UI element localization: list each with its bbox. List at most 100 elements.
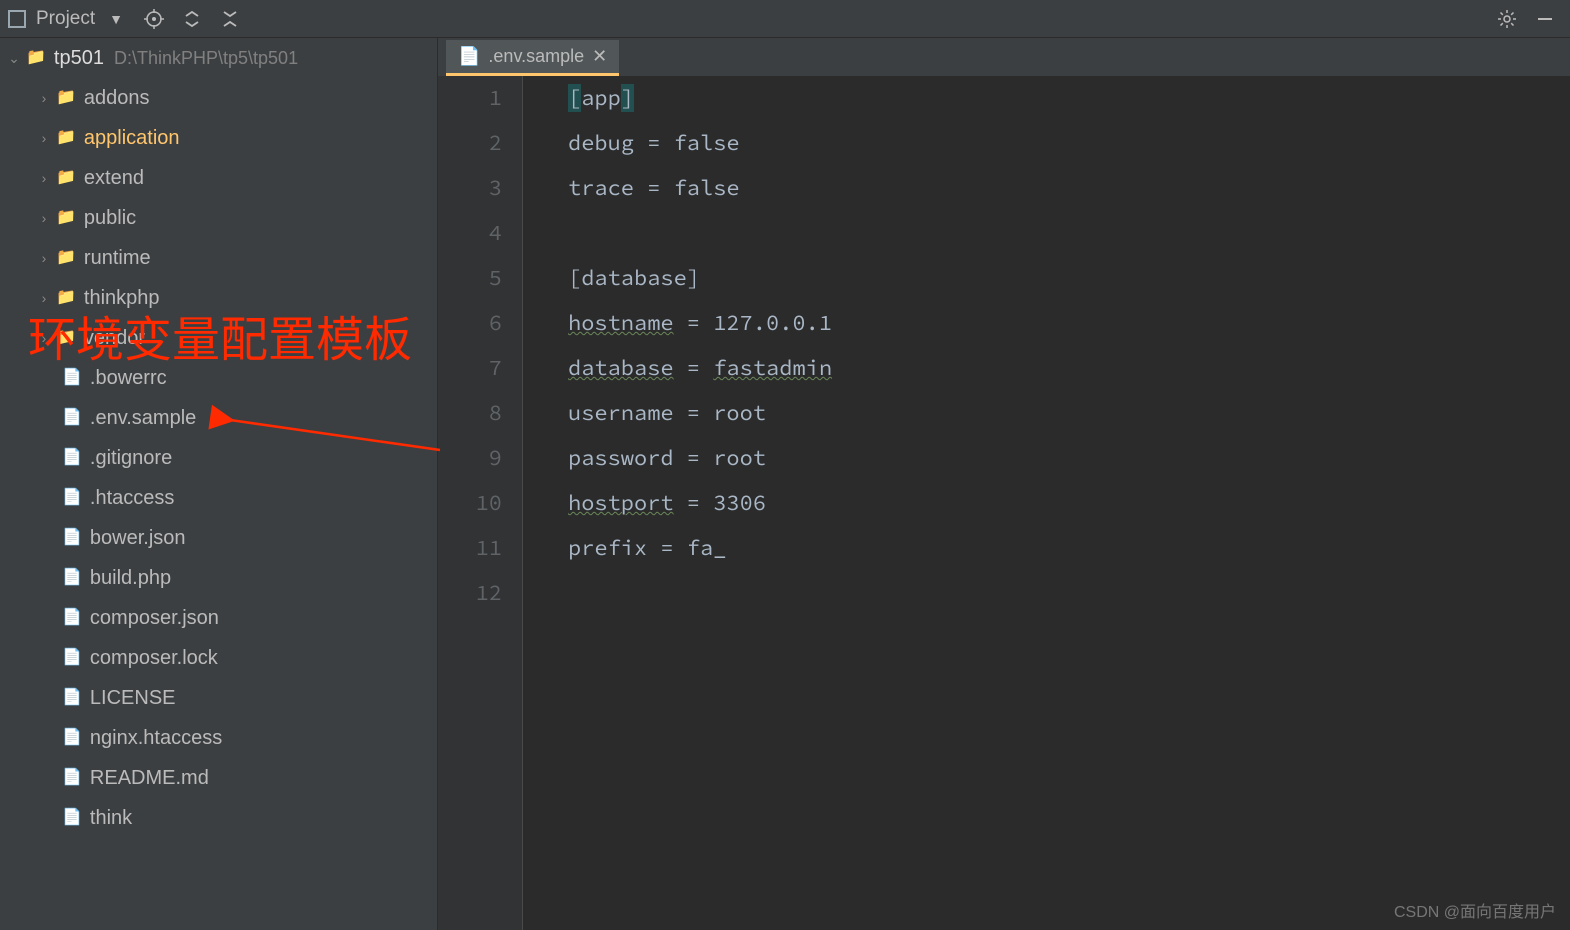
tree-file-composer-lock[interactable]: 📄 composer.lock: [0, 638, 437, 678]
code-line-10[interactable]: hostport = 3306: [568, 481, 1570, 526]
file-icon: 📄: [62, 730, 82, 746]
file-name: .htaccess: [90, 488, 174, 508]
editor[interactable]: 123456789101112 [app]debug = falsetrace …: [438, 76, 1570, 930]
folder-name: thinkphp: [84, 288, 160, 308]
chevron-right-icon: ›: [36, 171, 52, 185]
file-name: composer.json: [90, 608, 219, 628]
tree-folder-thinkphp[interactable]: › 📁 thinkphp: [0, 278, 437, 318]
tree-file--bowerrc[interactable]: 📄 .bowerrc: [0, 358, 437, 398]
folder-icon: 📁: [56, 130, 76, 146]
root-name: tp501: [54, 48, 104, 68]
expand-all-icon[interactable]: [179, 6, 205, 32]
file-icon: 📄: [62, 370, 82, 386]
minimize-icon[interactable]: [1532, 6, 1558, 32]
file-icon: 📄: [62, 610, 82, 626]
code-line-7[interactable]: database = fastadmin: [568, 346, 1570, 391]
chevron-down-icon: ⌄: [6, 51, 22, 65]
file-icon: 📄: [62, 650, 82, 666]
tree-root[interactable]: ⌄ 📁 tp501 D:\ThinkPHP\tp5\tp501: [0, 38, 437, 78]
file-icon: 📄: [62, 770, 82, 786]
folder-name: vendor: [84, 328, 145, 348]
file-name: .env.sample: [90, 408, 196, 428]
folder-name: addons: [84, 88, 150, 108]
tree-file--env-sample[interactable]: 📄 .env.sample: [0, 398, 437, 438]
chevron-right-icon: ›: [36, 91, 52, 105]
tree-folder-addons[interactable]: › 📁 addons: [0, 78, 437, 118]
file-name: nginx.htaccess: [90, 728, 222, 748]
file-icon: 📄: [62, 530, 82, 546]
project-tree: ⌄ 📁 tp501 D:\ThinkPHP\tp5\tp501 › 📁 addo…: [0, 38, 438, 930]
folder-name: public: [84, 208, 136, 228]
file-name: build.php: [90, 568, 171, 588]
code-line-12[interactable]: [568, 571, 1570, 616]
file-icon: 📄: [458, 46, 480, 67]
code-line-1[interactable]: [app]: [568, 76, 1570, 121]
editor-tabs: 📄 .env.sample ✕: [438, 38, 1570, 76]
code-line-4[interactable]: [568, 211, 1570, 256]
chevron-right-icon: ›: [36, 211, 52, 225]
chevron-right-icon: ›: [36, 291, 52, 305]
target-icon[interactable]: [141, 6, 167, 32]
gutter: 123456789101112: [438, 76, 523, 930]
project-icon: [8, 10, 26, 28]
project-label[interactable]: Project: [36, 8, 95, 30]
file-name: .bowerrc: [90, 368, 167, 388]
file-name: README.md: [90, 768, 209, 788]
tree-file-README-md[interactable]: 📄 README.md: [0, 758, 437, 798]
folder-icon: 📁: [56, 330, 76, 346]
tree-file-think[interactable]: 📄 think: [0, 798, 437, 838]
tree-folder-vendor[interactable]: › 📁 vendor: [0, 318, 437, 358]
chevron-right-icon: ›: [36, 251, 52, 265]
tree-folder-application[interactable]: › 📁 application: [0, 118, 437, 158]
code-line-3[interactable]: trace = false: [568, 166, 1570, 211]
folder-name: runtime: [84, 248, 151, 268]
file-name: .gitignore: [90, 448, 172, 468]
code-line-9[interactable]: password = root: [568, 436, 1570, 481]
file-icon: 📄: [62, 450, 82, 466]
code-line-5[interactable]: [database]: [568, 256, 1570, 301]
chevron-right-icon: ›: [36, 131, 52, 145]
tree-folder-public[interactable]: › 📁 public: [0, 198, 437, 238]
tree-folder-runtime[interactable]: › 📁 runtime: [0, 238, 437, 278]
watermark: CSDN @面向百度用户: [1394, 898, 1556, 922]
folder-icon: 📁: [56, 90, 76, 106]
tree-file-bower-json[interactable]: 📄 bower.json: [0, 518, 437, 558]
folder-icon: 📁: [56, 290, 76, 306]
chevron-right-icon: ›: [36, 331, 52, 345]
code-line-6[interactable]: hostname = 127.0.0.1: [568, 301, 1570, 346]
tab-label: .env.sample: [488, 46, 584, 67]
file-name: LICENSE: [90, 688, 176, 708]
file-name: composer.lock: [90, 648, 218, 668]
file-icon: 📄: [62, 690, 82, 706]
folder-icon: 📁: [56, 250, 76, 266]
file-icon: 📄: [62, 490, 82, 506]
code-line-8[interactable]: username = root: [568, 391, 1570, 436]
tree-file-LICENSE[interactable]: 📄 LICENSE: [0, 678, 437, 718]
file-icon: 📄: [62, 810, 82, 826]
tree-file--gitignore[interactable]: 📄 .gitignore: [0, 438, 437, 478]
tree-file--htaccess[interactable]: 📄 .htaccess: [0, 478, 437, 518]
root-path: D:\ThinkPHP\tp5\tp501: [114, 49, 298, 67]
code-line-11[interactable]: prefix = fa_: [568, 526, 1570, 571]
folder-name: application: [84, 128, 180, 148]
tree-file-composer-json[interactable]: 📄 composer.json: [0, 598, 437, 638]
dropdown-icon[interactable]: ▼: [109, 11, 123, 27]
collapse-all-icon[interactable]: [217, 6, 243, 32]
file-icon: 📄: [62, 570, 82, 586]
settings-icon[interactable]: [1494, 6, 1520, 32]
file-icon: 📄: [62, 410, 82, 426]
folder-icon: 📁: [26, 50, 46, 66]
close-icon[interactable]: ✕: [592, 46, 607, 67]
toolbar: Project ▼: [0, 0, 1570, 38]
folder-icon: 📁: [56, 210, 76, 226]
tree-folder-extend[interactable]: › 📁 extend: [0, 158, 437, 198]
folder-icon: 📁: [56, 170, 76, 186]
tree-file-nginx-htaccess[interactable]: 📄 nginx.htaccess: [0, 718, 437, 758]
file-name: think: [90, 808, 132, 828]
code-line-2[interactable]: debug = false: [568, 121, 1570, 166]
code-area[interactable]: [app]debug = falsetrace = false [databas…: [523, 76, 1570, 930]
folder-name: extend: [84, 168, 144, 188]
tree-file-build-php[interactable]: 📄 build.php: [0, 558, 437, 598]
tab-env-sample[interactable]: 📄 .env.sample ✕: [446, 40, 619, 76]
file-name: bower.json: [90, 528, 186, 548]
